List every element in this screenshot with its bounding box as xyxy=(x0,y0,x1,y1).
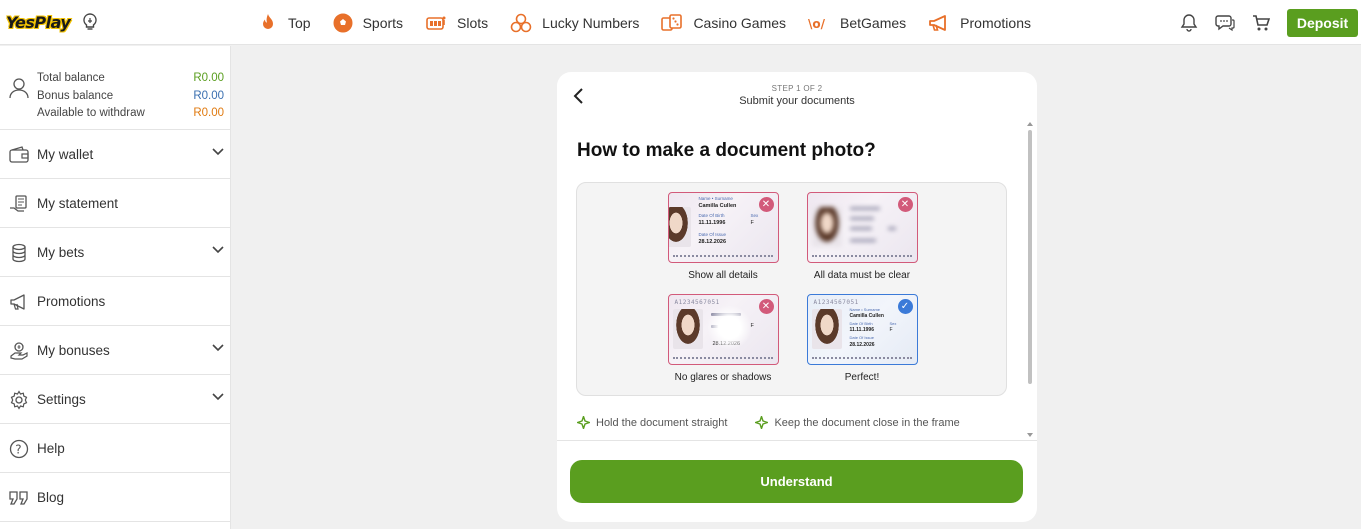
deposit-button[interactable]: Deposit xyxy=(1287,8,1358,37)
close-icon: ✕ xyxy=(758,197,774,212)
nav-promotions[interactable]: Promotions xyxy=(928,0,1031,45)
id-card-image: A1234567051 F 28.12.2026 ✕ xyxy=(667,294,779,365)
dice-icon xyxy=(661,13,683,31)
sidebar-item-my-bets[interactable]: My bets xyxy=(0,228,230,277)
betgames-icon: \o/ xyxy=(808,17,826,31)
nav-sports[interactable]: Sports xyxy=(333,0,403,45)
nav-betgames[interactable]: \o/ BetGames xyxy=(808,0,906,45)
sidebar-item-my-wallet[interactable]: My wallet xyxy=(0,130,230,179)
checkmark-icon: ✓ xyxy=(897,299,913,314)
cart-icon[interactable] xyxy=(1251,13,1271,33)
step-title: Submit your documents xyxy=(739,95,855,107)
example-no-glares: A1234567051 F 28.12.2026 ✕ No glares or … xyxy=(658,294,788,383)
nav-lucky-numbers[interactable]: Lucky Numbers xyxy=(510,0,639,45)
scroll-up-arrow[interactable] xyxy=(1027,122,1033,126)
main-nav: Top Sports Slots Lucky Numbers Casino Ga… xyxy=(258,0,1053,45)
step-indicator: STEP 1 OF 2 xyxy=(771,84,823,93)
id-card-image: Name • Surname Camilla Cullen Date Of Bi… xyxy=(667,192,779,263)
gear-icon xyxy=(8,389,30,411)
top-bar: YesPlay Top Sports Slots Lucky Numbers C… xyxy=(0,0,1361,45)
chevron-down-icon xyxy=(212,344,224,352)
svg-text:\o/: \o/ xyxy=(808,17,826,31)
sidebar-item-my-statement[interactable]: My statement xyxy=(0,179,230,228)
example-perfect: A1234567051 Name • Surname Camilla Culle… xyxy=(797,294,927,383)
footer-divider xyxy=(557,440,1037,441)
photo-examples: Name • Surname Camilla Cullen Date Of Bi… xyxy=(576,182,1007,396)
slot-machine-icon xyxy=(426,16,446,30)
megaphone-icon xyxy=(8,291,30,313)
chat-icon[interactable] xyxy=(1215,13,1235,33)
balance-panel: Total balance R0.00 Bonus balance R0.00 … xyxy=(0,46,230,130)
close-icon: ✕ xyxy=(758,299,774,314)
nav-top[interactable]: Top xyxy=(258,0,311,45)
chevron-down-icon xyxy=(212,148,224,156)
sidebar-item-my-bonuses[interactable]: My bonuses xyxy=(0,326,230,375)
total-balance-row: Total balance R0.00 xyxy=(37,72,224,84)
tip-keep-close: Keep the document close in the frame xyxy=(755,416,960,429)
portrait-photo xyxy=(811,207,842,247)
nav-casino-games[interactable]: Casino Games xyxy=(661,0,786,45)
example-data-clear: ✕ All data must be clear xyxy=(797,192,927,281)
scroll-thumb[interactable] xyxy=(1028,130,1032,384)
portrait-photo xyxy=(811,309,842,349)
wallet-icon xyxy=(8,144,30,166)
soccer-ball-icon xyxy=(333,13,353,32)
portrait-photo xyxy=(672,309,703,349)
bonus-icon xyxy=(8,340,30,362)
nav-slots[interactable]: Slots xyxy=(425,0,488,45)
sparkle-icon xyxy=(755,416,769,429)
bonus-balance-row: Bonus balance R0.00 xyxy=(37,90,224,102)
user-icon[interactable] xyxy=(8,76,30,105)
total-balance-value: R0.00 xyxy=(193,72,224,84)
coins-icon xyxy=(8,242,30,264)
bell-icon[interactable] xyxy=(1179,13,1199,33)
bonus-balance-value: R0.00 xyxy=(193,90,224,102)
help-icon: ? xyxy=(8,438,30,460)
chevron-down-icon xyxy=(212,246,224,254)
tip-hold-straight: Hold the document straight xyxy=(577,416,727,429)
megaphone-icon xyxy=(929,14,947,31)
understand-button[interactable]: Understand xyxy=(570,460,1023,503)
quote-icon xyxy=(8,487,30,509)
example-show-all-details: Name • Surname Camilla Cullen Date Of Bi… xyxy=(658,192,788,281)
sidebar-item-settings[interactable]: Settings xyxy=(0,375,230,424)
glare-highlight xyxy=(706,305,752,350)
photo-tips: Hold the document straight Keep the docu… xyxy=(577,416,988,429)
chevron-down-icon xyxy=(212,393,224,401)
id-card-image: ✕ xyxy=(806,192,918,263)
modal-scrollbar[interactable] xyxy=(1026,122,1034,440)
statement-icon xyxy=(8,193,30,215)
flame-icon xyxy=(263,13,273,29)
document-upload-modal: STEP 1 OF 2 Submit your documents How to… xyxy=(557,72,1037,522)
scroll-down-arrow[interactable] xyxy=(1027,433,1033,437)
lottery-balls-icon xyxy=(510,13,532,32)
lightbulb-icon[interactable] xyxy=(80,12,100,32)
modal-title: How to make a document photo? xyxy=(577,140,876,161)
yesplay-logo[interactable]: YesPlay xyxy=(6,8,71,38)
close-icon: ✕ xyxy=(897,197,913,212)
withdraw-balance-value: R0.00 xyxy=(193,107,224,119)
portrait-photo xyxy=(668,207,691,247)
sidebar-item-help[interactable]: ? Help xyxy=(0,424,230,473)
sparkle-icon xyxy=(577,416,590,429)
sidebar-item-promotions[interactable]: Promotions xyxy=(0,277,230,326)
svg-text:?: ? xyxy=(15,443,21,457)
top-right-actions: Deposit xyxy=(1179,0,1361,45)
sidebar: Total balance R0.00 Bonus balance R0.00 … xyxy=(0,46,231,529)
sidebar-item-blog[interactable]: Blog xyxy=(0,473,230,522)
withdraw-balance-row: Available to withdraw R0.00 xyxy=(37,107,224,119)
id-card-image: A1234567051 Name • Surname Camilla Culle… xyxy=(806,294,918,365)
